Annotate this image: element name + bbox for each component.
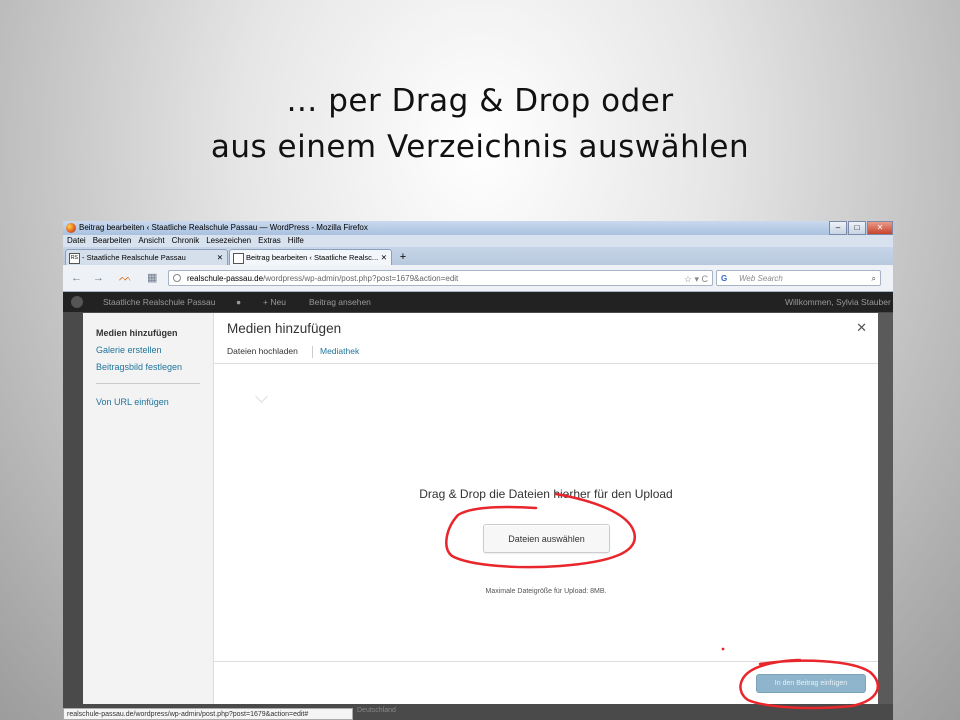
minimize-button[interactable]: – xyxy=(829,221,847,235)
tab-close-icon[interactable]: ✕ xyxy=(381,250,387,266)
globe-icon xyxy=(173,274,181,282)
drop-zone-instructions: Drag & Drop die Dateien hierher für den … xyxy=(419,487,673,501)
status-bar-url: realschule-passau.de/wordpress/wp-admin/… xyxy=(63,708,353,720)
slide-title-line-2: aus einem Verzeichnis auswählen xyxy=(210,129,750,165)
tab-mediathek[interactable]: Mediathek xyxy=(320,346,359,356)
max-upload-size: Maximale Dateigröße für Upload: 8MB. xyxy=(485,588,607,595)
browser-screenshot: Beitrag bearbeiten ‹ Staatliche Realschu… xyxy=(63,221,893,720)
wp-admin-bar: Staatliche Realschule Passau ● + Neu Bei… xyxy=(63,292,893,312)
window-title: Beitrag bearbeiten ‹ Staatliche Realschu… xyxy=(79,223,368,232)
sidebar-item-galerie-erstellen[interactable]: Galerie erstellen xyxy=(96,345,162,355)
search-icon[interactable]: ⌕ xyxy=(872,271,876,285)
google-icon[interactable]: G xyxy=(721,271,727,285)
search-placeholder: Web Search xyxy=(739,274,783,283)
window-title-bar: Beitrag bearbeiten ‹ Staatliche Realschu… xyxy=(63,221,893,235)
comments-icon[interactable]: ● xyxy=(236,292,241,312)
page-peek-text: Deutschland xyxy=(357,707,396,714)
slide-title: … per Drag & Drop oder aus einem Verzeic… xyxy=(0,78,960,170)
menu-ansicht[interactable]: Ansicht xyxy=(138,235,164,247)
admin-bar-site-name[interactable]: Staatliche Realschule Passau xyxy=(103,292,215,312)
bookmarks-icon[interactable]: ▦ xyxy=(147,271,157,285)
menu-extras[interactable]: Extras xyxy=(258,235,281,247)
admin-bar-view-post[interactable]: Beitrag ansehen xyxy=(309,292,371,312)
media-modal: Medien hinzufügen Galerie erstellen Beit… xyxy=(83,313,878,705)
window-controls: – □ ✕ xyxy=(828,221,893,235)
browser-tab-label: Beitrag bearbeiten ‹ Staatliche Realsc..… xyxy=(246,253,379,262)
menu-hilfe[interactable]: Hilfe xyxy=(288,235,304,247)
tab-strip: RS - Staatliche Realschule Passau ✕ Beit… xyxy=(63,247,893,265)
tab-close-icon[interactable]: ✕ xyxy=(217,250,223,266)
browser-tab-realschule[interactable]: RS - Staatliche Realschule Passau ✕ xyxy=(65,249,228,265)
tab-dateien-hochladen[interactable]: Dateien hochladen xyxy=(227,346,298,356)
sidebar-item-beitragsbild-festlegen[interactable]: Beitragsbild festlegen xyxy=(96,362,182,372)
search-input[interactable]: G Web Search ⌕ xyxy=(716,270,881,286)
url-bar[interactable]: realschule-passau.de/wordpress/wp-admin/… xyxy=(168,270,713,286)
back-arrow-icon[interactable]: ← xyxy=(71,271,82,285)
url-path: /wordpress/wp-admin/post.php?post=1679&a… xyxy=(263,274,459,283)
page-favicon-icon xyxy=(233,253,244,264)
tab-divider xyxy=(312,346,313,358)
menu-bar: Datei Bearbeiten Ansicht Chronik Lesezei… xyxy=(63,235,893,247)
select-files-button[interactable]: Dateien auswählen xyxy=(483,524,610,553)
window-close-button[interactable]: ✕ xyxy=(867,221,893,235)
media-sidebar: Medien hinzufügen Galerie erstellen Beit… xyxy=(83,313,214,704)
wordpress-logo-icon[interactable] xyxy=(71,296,83,308)
navigation-toolbar: ← → ᨓ ▦ realschule-passau.de/wordpress/w… xyxy=(63,265,893,292)
page-scrollbar[interactable] xyxy=(878,313,893,704)
url-host: realschule-passau.de xyxy=(187,274,264,283)
menu-lesezeichen[interactable]: Lesezeichen xyxy=(206,235,251,247)
rss-icon[interactable]: ᨓ xyxy=(119,271,132,285)
rs-favicon-icon: RS xyxy=(69,253,80,264)
modal-footer: In den Beitrag einfügen xyxy=(214,661,878,705)
menu-bearbeiten[interactable]: Bearbeiten xyxy=(93,235,132,247)
forward-arrow-icon[interactable]: → xyxy=(93,271,104,285)
modal-title: Medien hinzufügen xyxy=(227,321,342,336)
sidebar-divider xyxy=(96,383,200,384)
browser-tab-beitrag-bearbeiten[interactable]: Beitrag bearbeiten ‹ Staatliche Realsc..… xyxy=(229,249,392,265)
slide-title-line-1: … per Drag & Drop oder xyxy=(286,83,674,119)
admin-bar-new[interactable]: + Neu xyxy=(263,292,286,312)
close-icon[interactable]: ✕ xyxy=(856,320,867,336)
firefox-logo-icon xyxy=(66,223,76,233)
sidebar-item-von-url-einfuegen[interactable]: Von URL einfügen xyxy=(96,397,169,407)
admin-bar-greeting[interactable]: Willkommen, Sylvia Stauber xyxy=(785,292,891,312)
sidebar-item-medien-hinzufuegen[interactable]: Medien hinzufügen xyxy=(96,328,178,338)
browser-tab-label: - Staatliche Realschule Passau xyxy=(82,253,186,262)
maximize-button[interactable]: □ xyxy=(848,221,866,235)
modal-tabs: Dateien hochladen Mediathek xyxy=(214,343,878,403)
active-tab-pointer xyxy=(255,390,268,403)
menu-chronik[interactable]: Chronik xyxy=(172,235,200,247)
url-actions-icon[interactable]: ☆ ▾ C xyxy=(684,271,708,285)
menu-datei[interactable]: Datei xyxy=(67,235,86,247)
insert-into-post-button[interactable]: In den Beitrag einfügen xyxy=(756,674,866,693)
new-tab-button[interactable]: + xyxy=(396,250,410,264)
